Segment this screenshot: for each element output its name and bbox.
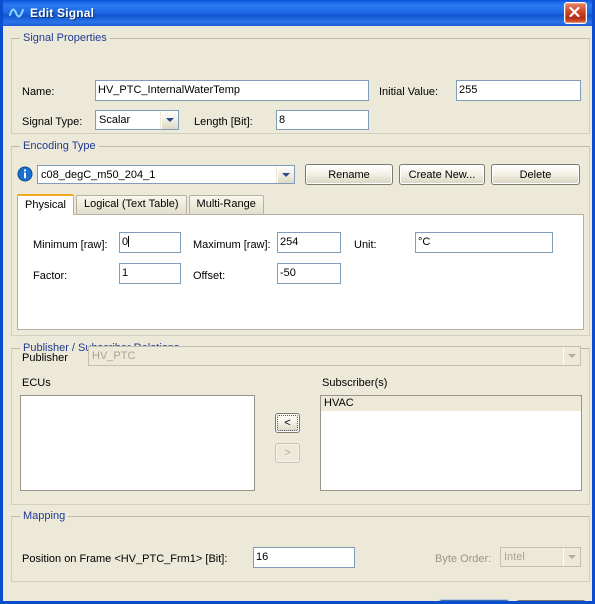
edit-signal-dialog: Edit Signal Signal Properties Name: HV_P…	[0, 0, 595, 604]
signal-properties-legend: Signal Properties	[20, 32, 110, 44]
offset-label: Offset:	[193, 270, 226, 282]
tab-logical-text-table[interactable]: Logical (Text Table)	[75, 195, 187, 214]
encoding-type-select[interactable]: c08_degC_m50_204_1	[37, 165, 295, 184]
unit-input[interactable]: °C	[415, 232, 553, 253]
minimum-raw-label: Minimum [raw]:	[33, 239, 108, 251]
position-on-frame-input[interactable]: 16	[253, 547, 355, 568]
signal-type-value: Scalar	[99, 114, 131, 126]
list-item[interactable]: HVAC	[321, 396, 581, 411]
move-left-button[interactable]: <	[275, 413, 300, 433]
unit-label: Unit:	[354, 239, 377, 251]
byte-order-label: Byte Order:	[435, 553, 492, 565]
encoding-tabstrip: Physical Logical (Text Table) Multi-Rang…	[17, 194, 266, 215]
subscribers-listbox[interactable]: HVAC	[320, 395, 582, 491]
signal-type-select[interactable]: Scalar	[95, 110, 179, 130]
name-input[interactable]: HV_PTC_InternalWaterTemp	[95, 80, 369, 101]
factor-label: Factor:	[33, 270, 68, 282]
close-icon	[569, 6, 580, 18]
position-on-frame-label: Position on Frame <HV_PTC_Frm1> [Bit]:	[22, 553, 228, 565]
delete-button[interactable]: Delete	[491, 164, 580, 185]
window-title: Edit Signal	[30, 6, 95, 20]
chevron-down-icon	[562, 548, 580, 566]
close-button[interactable]	[564, 2, 587, 24]
rename-button[interactable]: Rename	[305, 164, 393, 185]
chevron-down-icon[interactable]	[276, 166, 294, 183]
cancel-button[interactable]: Cancel	[516, 600, 586, 601]
subscribers-label: Subscriber(s)	[322, 377, 388, 389]
encoding-type-value: c08_degC_m50_204_1	[41, 168, 156, 181]
publisher-value: HV_PTC	[92, 350, 136, 362]
tab-physical[interactable]: Physical	[17, 194, 74, 215]
mapping-legend: Mapping	[20, 510, 69, 522]
ecus-label: ECUs	[22, 377, 51, 389]
encoding-type-legend: Encoding Type	[20, 140, 99, 152]
chevron-down-icon[interactable]	[160, 111, 178, 129]
info-icon	[17, 166, 33, 182]
length-label: Length [Bit]:	[194, 116, 253, 128]
signal-wave-icon	[9, 8, 24, 18]
initial-value-input[interactable]: 255	[456, 80, 581, 101]
byte-order-select: Intel	[500, 547, 581, 567]
factor-input[interactable]: 1	[119, 263, 181, 284]
dialog-body: Signal Properties Name: HV_PTC_InternalW…	[3, 26, 592, 601]
ecus-listbox[interactable]	[20, 395, 255, 491]
publisher-label: Publisher	[22, 352, 68, 364]
byte-order-value: Intel	[504, 551, 525, 563]
maximum-raw-input[interactable]: 254	[277, 232, 341, 253]
signal-type-label: Signal Type:	[22, 116, 83, 128]
length-input[interactable]: 8	[276, 110, 369, 130]
name-label: Name:	[22, 86, 55, 98]
create-new-button[interactable]: Create New...	[399, 164, 485, 185]
initial-value-label: Initial Value:	[379, 86, 439, 98]
maximum-raw-label: Maximum [raw]:	[193, 239, 271, 251]
offset-input[interactable]: -50	[277, 263, 341, 284]
publisher-select: HV_PTC	[88, 346, 581, 366]
chevron-down-icon	[562, 347, 580, 365]
ok-button[interactable]: OK	[439, 600, 509, 601]
move-right-button: >	[275, 443, 300, 463]
window-titlebar[interactable]: Edit Signal	[3, 0, 592, 26]
tab-multi-range[interactable]: Multi-Range	[188, 195, 264, 214]
minimum-raw-input[interactable]: 0	[119, 232, 181, 253]
